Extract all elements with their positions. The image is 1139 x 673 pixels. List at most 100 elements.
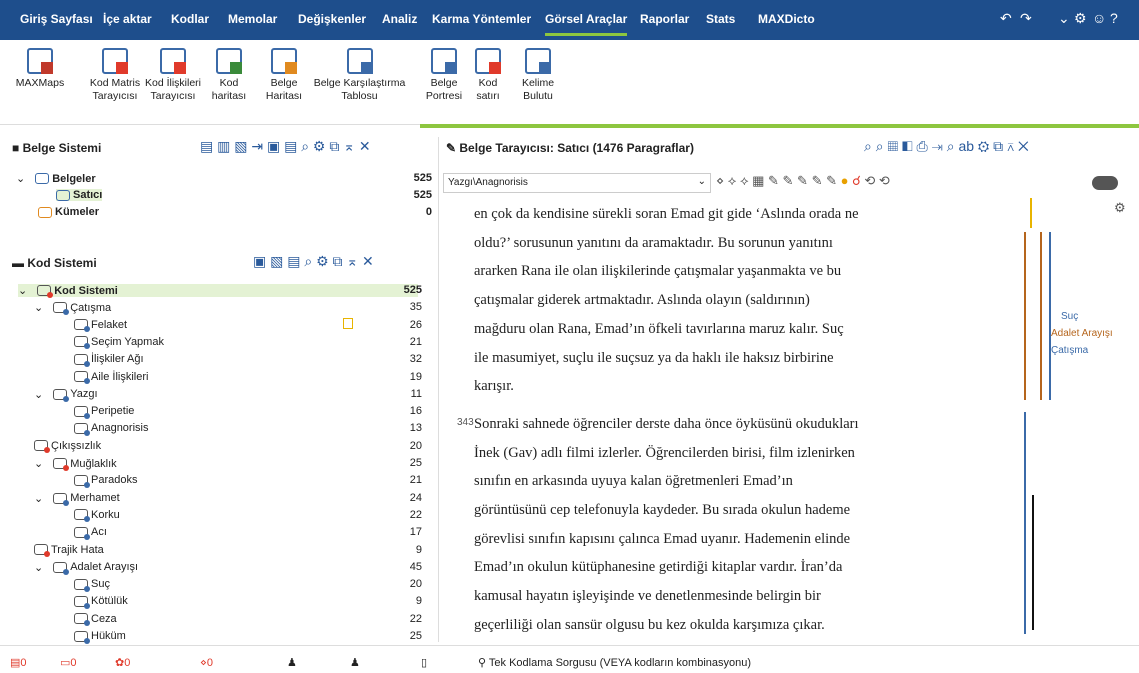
user-icon[interactable]: ♟: [350, 656, 360, 669]
code-row[interactable]: Çıkışsızlık: [34, 440, 101, 454]
ribbon-button[interactable]: Kod haritası: [210, 48, 248, 103]
coding-stripe[interactable]: [1024, 232, 1026, 400]
ribbon-button[interactable]: Belge Portresi: [425, 48, 463, 103]
code-label: Peripetie: [91, 405, 135, 418]
document-line: Sonraki sahnede öğrenciler derste daha ö…: [474, 415, 859, 432]
menu-tab[interactable]: Kodlar: [171, 12, 209, 26]
code-row[interactable]: Seçim Yapmak: [74, 336, 164, 350]
code-row[interactable]: Peripetie: [74, 405, 135, 419]
ribbon-label: Kod Matris: [89, 77, 141, 89]
chevron-down-icon[interactable]: ⌄: [34, 457, 43, 470]
ribbon-button[interactable]: Kod Matris Tarayıcısı: [85, 48, 145, 103]
code-label: Anagnorisis: [91, 422, 149, 435]
belge-sistemi-title-text: Belge Sistemi: [22, 141, 102, 155]
document-line: görüntüsünü cep telefonuyla kaydeder. Bu…: [474, 502, 851, 518]
code-row[interactable]: Kötülük: [74, 595, 128, 609]
code-row[interactable]: Aile İlişkileri: [74, 371, 148, 384]
menu-tab[interactable]: Memolar: [228, 12, 277, 26]
code-row[interactable]: Hüküm: [74, 630, 126, 644]
code-row[interactable]: Anagnorisis: [74, 422, 149, 436]
menu-tab[interactable]: Görsel Araçlar: [545, 12, 628, 36]
menu-tab[interactable]: Stats: [706, 12, 735, 26]
code-count[interactable]: ▭0: [60, 656, 77, 669]
code-row[interactable]: Acı: [74, 526, 107, 540]
ribbon-label: Bulutu: [523, 90, 553, 102]
belge-label: Belgeler: [52, 172, 96, 185]
document-line: Emad’ın okulun kütüphanesine getirdiği k…: [474, 559, 843, 576]
code-row[interactable]: ⌄ Adalet Arayışı: [34, 561, 138, 575]
browser-title-text: Belge Tarayıcısı: Satıcı (1476 Paragrafl…: [459, 141, 694, 155]
ribbon-button[interactable]: Kelime Bulutu: [518, 48, 558, 103]
document-line: İnek (Gav) adlı filmi izlerler. Öğrencil…: [474, 444, 855, 461]
code-row[interactable]: Trajik Hata: [34, 544, 104, 557]
ribbon-button[interactable]: Belge Karşılaştırma Tablosu: [312, 48, 407, 103]
belge-row[interactable]: ⌄ Belgeler: [16, 172, 96, 186]
document-icon[interactable]: ▯: [421, 656, 427, 669]
ribbon-button[interactable]: Kod İlişkileri Tarayıcısı: [143, 48, 203, 103]
ribbon-icon: [475, 48, 501, 74]
ribbon-button[interactable]: Kod satırı: [473, 48, 503, 103]
coding-stripe[interactable]: [1024, 412, 1026, 634]
belge-toolbar[interactable]: ▤ ▥ ▧ ⇥ ▣ ▤ ⌕ ⚙ ⧉ ⌅ ✕: [200, 138, 371, 155]
coding-stripe[interactable]: [1049, 232, 1051, 400]
menu-tab[interactable]: İçe aktar: [103, 12, 152, 26]
ribbon-icon: [102, 48, 128, 74]
query-status[interactable]: ⚲ Tek Kodlama Sorgusu (VEYA kodların kom…: [478, 656, 751, 669]
code-icon: [74, 526, 90, 540]
var-count[interactable]: ✿0: [115, 656, 130, 669]
undo-icon[interactable]: ↶: [1000, 10, 1012, 27]
ribbon-label: Tarayıcısı: [92, 90, 138, 102]
chevron-down-icon[interactable]: ⌄: [34, 388, 43, 401]
code-count: 25: [409, 630, 422, 642]
kod-toolbar[interactable]: ▣ ▧ ▤ ⌕ ⚙ ⧉ ⌅ ✕: [253, 253, 374, 270]
code-icon: [74, 595, 90, 609]
smiley-icon[interactable]: ☺: [1092, 10, 1106, 26]
code-count: 21: [409, 474, 422, 487]
user-icon[interactable]: ♟: [287, 656, 297, 669]
chevron-down-icon[interactable]: ⌄: [1058, 10, 1070, 27]
ribbon-button[interactable]: MAXMaps: [15, 48, 65, 90]
toggle-switch[interactable]: [1092, 176, 1118, 190]
code-row[interactable]: ⌄ Muğlaklık: [34, 457, 117, 471]
gear-icon[interactable]: ⚙: [1114, 200, 1126, 216]
code-row[interactable]: İlişkiler Ağı: [74, 353, 144, 367]
code-row[interactable]: Ceza: [74, 613, 117, 627]
menu-tab[interactable]: Raporlar: [640, 12, 689, 26]
browser-toolbar[interactable]: ⌕ ⌕ ▦ ◧ ⎙ ⇥ ⌕ ab ⚙ ⧉ ⌅ ✕: [864, 138, 1029, 155]
code-label: Acı: [91, 526, 107, 539]
belge-row[interactable]: Satıcı: [56, 189, 103, 201]
menu-tab[interactable]: Karma Yöntemler: [432, 12, 531, 26]
chevron-down-icon[interactable]: ⌄: [34, 492, 43, 505]
code-select[interactable]: Yazgı\Anagnorisis ⌄: [443, 173, 711, 193]
pane-divider[interactable]: [438, 137, 439, 642]
belge-row[interactable]: Kümeler: [38, 206, 99, 218]
chevron-down-icon[interactable]: ⌄: [16, 172, 25, 185]
doc-count[interactable]: ▤0: [10, 656, 27, 669]
code-row[interactable]: Korku: [74, 509, 120, 523]
help-icon[interactable]: ?: [1110, 10, 1118, 26]
weight-count[interactable]: ⋄0: [200, 656, 213, 669]
memo-icon[interactable]: [343, 318, 353, 329]
menu-tab[interactable]: Giriş Sayfası: [20, 12, 93, 26]
ribbon-button[interactable]: Belge Haritası: [265, 48, 303, 103]
code-row[interactable]: ⌄ Çatışma: [34, 301, 111, 316]
menu-tab[interactable]: MAXDicto: [758, 12, 815, 26]
coding-stripe[interactable]: [1040, 232, 1042, 400]
code-row[interactable]: Paradoks: [74, 474, 137, 488]
chevron-down-icon[interactable]: ⌄: [18, 284, 27, 297]
code-row[interactable]: Felaket: [74, 319, 127, 333]
menu-tab[interactable]: Değişkenler: [298, 12, 366, 26]
code-row[interactable]: ⌄ Yazgı: [34, 388, 98, 402]
coding-stripe[interactable]: [1032, 495, 1034, 630]
coding-toolbar[interactable]: ⋄ ⟡ ⟡ ▦ ✎ ✎ ✎ ✎ ✎ ● ☌ ⟲ ⟲: [716, 173, 890, 189]
coding-stripe[interactable]: [1030, 198, 1032, 228]
menu-tab[interactable]: Analiz: [382, 12, 417, 26]
redo-icon[interactable]: ↷: [1020, 10, 1032, 27]
chevron-down-icon[interactable]: ⌄: [34, 301, 43, 314]
chevron-down-icon[interactable]: ⌄: [34, 561, 43, 574]
code-row[interactable]: ⌄ Merhamet: [34, 492, 120, 506]
code-row[interactable]: ⌄ Kod Sistemi: [18, 284, 418, 298]
gear-icon[interactable]: ⚙: [1074, 10, 1087, 27]
code-row[interactable]: Suç: [74, 578, 110, 592]
code-label: Merhamet: [70, 492, 120, 505]
